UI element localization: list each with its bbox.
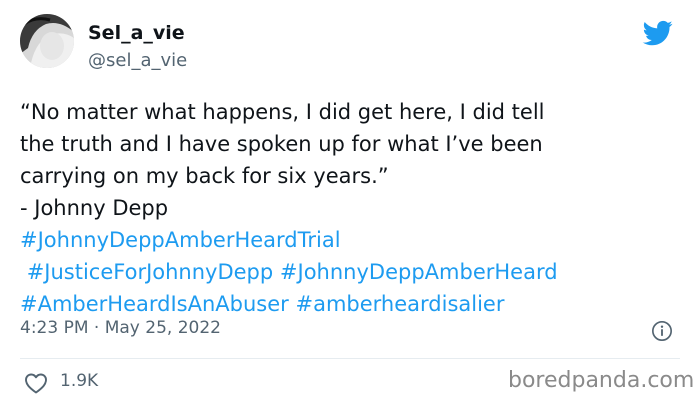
twitter-bird-icon[interactable]	[641, 18, 675, 48]
info-icon[interactable]	[651, 320, 673, 342]
user-handle[interactable]: @sel_a_vie	[88, 50, 187, 71]
tweet-text-line: the truth and I have spoken up for what …	[20, 132, 543, 156]
hashtag-link[interactable]: #JohnnyDeppAmberHeardTrial	[20, 228, 341, 252]
avatar-photo	[20, 14, 74, 68]
hashtag-link[interactable]: #amberheardisalier	[295, 292, 504, 316]
hashtag-link[interactable]: #JohnnyDeppAmberHeard	[280, 260, 558, 284]
tweet-text-line: carrying on my back for six years.”	[20, 164, 389, 188]
like-count[interactable]: 1.9K	[60, 371, 98, 391]
hashtag-link[interactable]: #AmberHeardIsAnAbuser	[20, 292, 289, 316]
user-display-name[interactable]: Sel_a_vie	[88, 22, 185, 44]
tweet-text-line: - Johnny Depp	[20, 196, 169, 220]
tweet-timestamp[interactable]: 4:23 PM · May 25, 2022	[20, 318, 221, 338]
divider	[20, 358, 680, 359]
watermark: boredpanda.com	[508, 368, 695, 393]
heart-icon[interactable]	[24, 372, 48, 394]
avatar[interactable]	[20, 14, 74, 68]
tweet-text: “No matter what happens, I did get here,…	[20, 96, 690, 320]
hashtag-link[interactable]: #JusticeForJohnnyDepp	[27, 260, 274, 284]
tweet-text-line: “No matter what happens, I did get here,…	[20, 100, 545, 124]
